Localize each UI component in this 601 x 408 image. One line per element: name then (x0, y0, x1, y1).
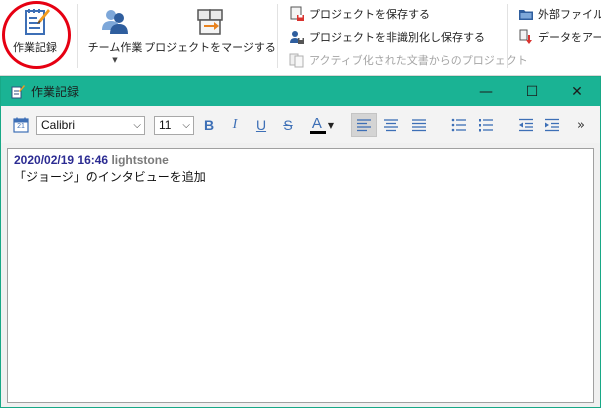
project-from-documents-icon (289, 52, 305, 68)
numbered-list-icon (479, 119, 493, 132)
work-log-window: 作業記録 — ☐ ✕ 21 Calibri ⌵ 11 ⌵ B I U S A ▼… (0, 76, 601, 408)
chevron-down-icon: ⌵ (182, 120, 190, 131)
team-work-button[interactable]: チーム作業 ▼ (86, 0, 144, 72)
calendar-day: 21 (17, 123, 25, 130)
font-size-value: 11 (159, 118, 172, 132)
calendar-icon: 21 (13, 117, 29, 133)
maximize-button[interactable]: ☐ (509, 77, 555, 106)
window-title: 作業記録 (31, 85, 80, 99)
italic-button[interactable]: I (224, 113, 246, 137)
more-options-button[interactable]: » (573, 113, 589, 137)
bullet-list-icon (451, 118, 466, 132)
entry-text: 「ジョージ」のインタビューを追加 (14, 170, 206, 184)
entry-date: 2020/02/19 16:46 (14, 153, 109, 167)
justify-button[interactable] (408, 113, 430, 137)
anonymize-save-button[interactable]: プロジェクトを非識別化し保存する (289, 27, 485, 47)
chevron-down-icon: ▼ (327, 120, 335, 130)
font-color-button[interactable]: A ▼ (305, 113, 339, 137)
bold-button[interactable]: B (198, 113, 220, 137)
ribbon-separator (77, 4, 78, 68)
align-center-button[interactable] (380, 113, 402, 137)
justify-icon (412, 119, 426, 132)
font-color-bar (309, 131, 326, 134)
close-button[interactable]: ✕ (554, 77, 600, 106)
font-name-select[interactable]: Calibri ⌵ (36, 116, 145, 135)
entry-header: 2020/02/19 16:46 lightstone (14, 153, 587, 167)
save-project-icon (289, 6, 305, 22)
formatting-toolbar: 21 Calibri ⌵ 11 ⌵ B I U S A ▼ » (1, 106, 600, 143)
save-project-button[interactable]: プロジェクトを保存する (289, 4, 430, 24)
minimize-button[interactable]: — (463, 77, 509, 106)
underline-button[interactable]: U (250, 113, 272, 137)
archive-data-label: データをアーカ (538, 31, 601, 44)
font-size-select[interactable]: 11 ⌵ (154, 116, 194, 135)
outdent-icon (519, 118, 533, 132)
notebook-pencil-icon (9, 84, 25, 100)
merge-project-icon (194, 6, 226, 38)
folder-icon (518, 6, 534, 22)
bullet-list-button[interactable] (448, 113, 470, 137)
ribbon-separator (277, 4, 278, 68)
merge-project-label: プロジェクトをマージする (144, 41, 276, 54)
highlight-ring (2, 1, 71, 69)
archive-data-icon (518, 29, 534, 45)
strikethrough-button[interactable]: S (277, 113, 299, 137)
external-files-label: 外部ファイル (538, 8, 601, 21)
archive-data-button[interactable]: データをアーカ (518, 27, 601, 47)
chevron-down-icon: ⌵ (133, 120, 141, 131)
team-work-label: チーム作業 (87, 41, 143, 54)
team-users-icon (99, 6, 131, 38)
indent-icon (545, 118, 559, 132)
project-from-documents-button[interactable]: アクティブ化された文書からのプロジェクト (289, 50, 528, 70)
anonymize-save-label: プロジェクトを非識別化し保存する (309, 31, 485, 44)
font-color-letter: A (311, 115, 322, 132)
font-name-value: Calibri (41, 118, 76, 132)
merge-project-button[interactable]: プロジェクトをマージする (144, 0, 276, 72)
anonymize-save-icon (289, 29, 305, 45)
entry-user: lightstone (111, 153, 169, 167)
numbered-list-button[interactable] (475, 113, 497, 137)
insert-date-button[interactable]: 21 (10, 113, 32, 137)
align-left-icon (357, 119, 371, 132)
project-from-documents-label: アクティブ化された文書からのプロジェクト (309, 54, 528, 67)
save-project-label: プロジェクトを保存する (309, 8, 430, 21)
external-files-button[interactable]: 外部ファイル (518, 4, 601, 24)
decrease-indent-button[interactable] (515, 113, 537, 137)
ribbon: 作業記録 チーム作業 ▼ プロジェクトをマージする プロジェクトを保存する プロ… (0, 0, 601, 76)
ribbon-separator (507, 4, 508, 68)
font-color-icon: A (309, 115, 326, 135)
work-log-editor[interactable]: 2020/02/19 16:46 lightstone 「ジョージ」のインタビュ… (7, 148, 594, 403)
align-center-icon (384, 119, 398, 132)
window-title-bar[interactable]: 作業記録 — ☐ ✕ (1, 77, 600, 106)
chevron-down-icon[interactable]: ▼ (112, 56, 117, 64)
align-left-button[interactable] (351, 113, 377, 137)
increase-indent-button[interactable] (541, 113, 563, 137)
